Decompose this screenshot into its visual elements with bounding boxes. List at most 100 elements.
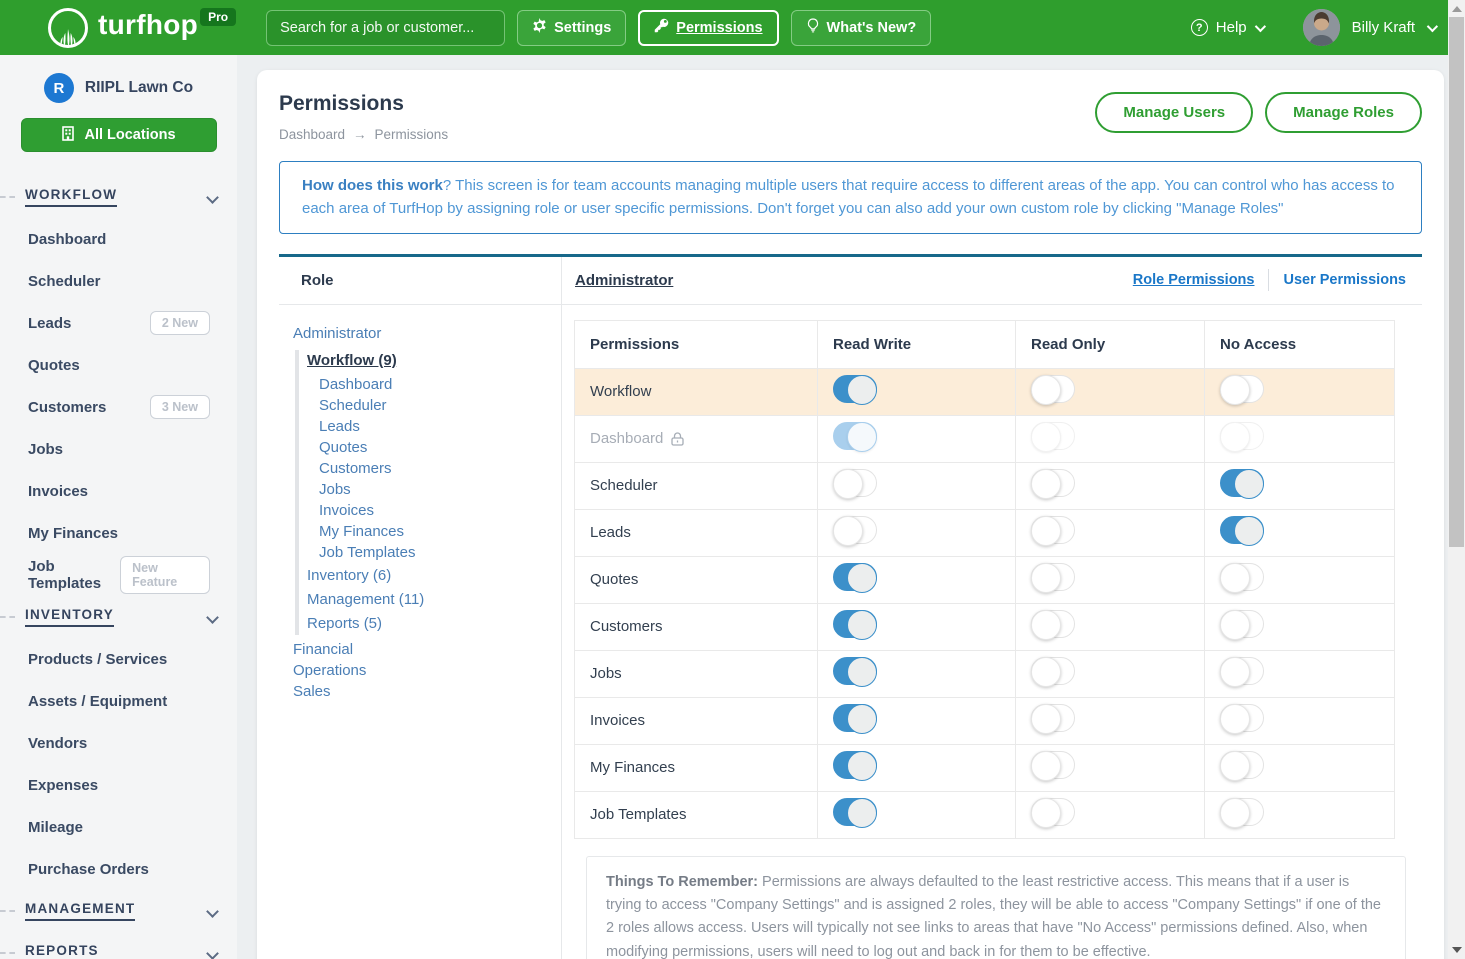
read-only-toggle[interactable] — [1031, 798, 1075, 826]
read-only-toggle[interactable] — [1031, 375, 1075, 403]
sidebar-item-customers[interactable]: Customers3 New — [0, 386, 237, 428]
read-write-toggle[interactable] — [833, 798, 877, 826]
tree-item-leads[interactable]: Leads — [319, 416, 561, 437]
scroll-up-arrow-icon[interactable] — [1452, 6, 1462, 12]
sidebar-item-mileage[interactable]: Mileage — [0, 806, 237, 848]
tree-item-customers[interactable]: Customers — [319, 458, 561, 479]
tab-role-permissions[interactable]: Role Permissions — [1119, 272, 1269, 288]
sidebar-item-purchase-orders[interactable]: Purchase Orders — [0, 848, 237, 890]
section-dash — [0, 952, 15, 954]
no-access-toggle[interactable] — [1220, 375, 1264, 403]
sidebar-item-my-finances[interactable]: My Finances — [0, 512, 237, 554]
read-only-toggle[interactable] — [1031, 751, 1075, 779]
tree-group-management[interactable]: Management (11) — [307, 589, 561, 611]
permissions-button[interactable]: Permissions — [638, 10, 778, 46]
permission-row: Workflow — [575, 368, 1395, 415]
permission-row: Jobs — [575, 650, 1395, 697]
sidebar-item-jobs[interactable]: Jobs — [0, 428, 237, 470]
sidebar-item-quotes[interactable]: Quotes — [0, 344, 237, 386]
sidebar-section-reports[interactable]: REPORTS — [0, 932, 237, 959]
manage-roles-button[interactable]: Manage Roles — [1265, 92, 1422, 133]
col-no-access: No Access — [1205, 320, 1395, 368]
sidebar-section-workflow[interactable]: WORKFLOW — [0, 176, 237, 218]
tree-item-dashboard[interactable]: Dashboard — [319, 374, 561, 395]
permission-row-label: Quotes — [590, 571, 817, 588]
read-write-toggle[interactable] — [833, 751, 877, 779]
read-only-toggle[interactable] — [1031, 516, 1075, 544]
sidebar-item-scheduler[interactable]: Scheduler — [0, 260, 237, 302]
info-box-text: ? This screen is for team accounts manag… — [302, 177, 1395, 217]
no-access-toggle[interactable] — [1220, 657, 1264, 685]
tree-item-job-templates[interactable]: Job Templates — [319, 542, 561, 563]
scrollbar-thumb[interactable] — [1449, 17, 1464, 547]
top-bar: turfhop Pro Settings Permissions What's … — [0, 0, 1465, 55]
no-access-toggle[interactable] — [1220, 516, 1264, 544]
read-write-toggle[interactable] — [833, 704, 877, 732]
no-access-toggle[interactable] — [1220, 563, 1264, 591]
permission-row: Customers — [575, 603, 1395, 650]
tree-item-scheduler[interactable]: Scheduler — [319, 395, 561, 416]
company-row[interactable]: R RIIPL Lawn Co — [0, 55, 237, 103]
read-only-toggle[interactable] — [1031, 563, 1075, 591]
chevron-down-icon[interactable] — [1427, 20, 1438, 31]
read-only-toggle[interactable] — [1031, 704, 1075, 732]
permission-row: Job Templates — [575, 791, 1395, 838]
scroll-down-arrow-icon[interactable] — [1452, 947, 1462, 953]
no-access-toggle[interactable] — [1220, 469, 1264, 497]
search-input[interactable] — [266, 10, 505, 46]
tree-role-sales[interactable]: Sales — [293, 681, 561, 702]
tree-role-operations[interactable]: Operations — [293, 660, 561, 681]
role-panel-header: Role — [279, 257, 561, 305]
all-locations-button[interactable]: All Locations — [21, 118, 217, 152]
permission-row-label: Invoices — [590, 712, 817, 729]
tree-role-administrator[interactable]: Administrator — [293, 322, 561, 346]
tree-item-my-finances[interactable]: My Finances — [319, 521, 561, 542]
read-write-toggle[interactable] — [833, 563, 877, 591]
note-title: Things To Remember: — [606, 874, 758, 890]
read-only-toggle[interactable] — [1031, 610, 1075, 638]
sidebar-item-leads[interactable]: Leads2 New — [0, 302, 237, 344]
read-write-toggle[interactable] — [833, 375, 877, 403]
read-only-toggle[interactable] — [1031, 657, 1075, 685]
tree-group-inventory[interactable]: Inventory (6) — [307, 565, 561, 587]
sidebar-item-assets-equipment[interactable]: Assets / Equipment — [0, 680, 237, 722]
tree-item-invoices[interactable]: Invoices — [319, 500, 561, 521]
building-icon — [61, 126, 75, 145]
read-write-toggle[interactable] — [833, 516, 877, 544]
brand-logo[interactable]: turfhop Pro — [48, 8, 236, 48]
no-access-toggle[interactable] — [1220, 798, 1264, 826]
sidebar-item-expenses[interactable]: Expenses — [0, 764, 237, 806]
help-menu[interactable]: ? Help — [1191, 19, 1263, 36]
whats-new-button[interactable]: What's New? — [791, 10, 932, 46]
no-access-toggle[interactable] — [1220, 610, 1264, 638]
read-write-toggle[interactable] — [833, 610, 877, 638]
tree-item-quotes[interactable]: Quotes — [319, 437, 561, 458]
user-name: Billy Kraft — [1352, 19, 1415, 36]
gear-icon — [532, 18, 547, 37]
no-access-toggle[interactable] — [1220, 704, 1264, 732]
user-avatar[interactable] — [1303, 9, 1340, 46]
settings-button[interactable]: Settings — [517, 10, 626, 46]
sidebar-item-vendors[interactable]: Vendors — [0, 722, 237, 764]
tree-group-workflow[interactable]: Workflow (9) — [307, 350, 561, 372]
sidebar-item-job-templates[interactable]: Job TemplatesNew Feature — [0, 554, 237, 596]
sidebar-section-management[interactable]: MANAGEMENT — [0, 890, 237, 932]
tree-role-financial[interactable]: Financial — [293, 639, 561, 660]
tree-item-jobs[interactable]: Jobs — [319, 479, 561, 500]
read-write-toggle[interactable] — [833, 469, 877, 497]
read-only-toggle[interactable] — [1031, 469, 1075, 497]
vertical-scrollbar[interactable] — [1448, 0, 1465, 959]
sidebar-item-products-services[interactable]: Products / Services — [0, 638, 237, 680]
breadcrumb-dashboard[interactable]: Dashboard — [279, 127, 345, 142]
sidebar-item-dashboard[interactable]: Dashboard — [0, 218, 237, 260]
read-write-toggle[interactable] — [833, 657, 877, 685]
sidebar-section-inventory[interactable]: INVENTORY — [0, 596, 237, 638]
manage-users-button[interactable]: Manage Users — [1095, 92, 1253, 133]
selected-role-name[interactable]: Administrator — [575, 272, 673, 289]
tab-user-permissions[interactable]: User Permissions — [1269, 272, 1420, 288]
tree-group-reports[interactable]: Reports (5) — [307, 613, 561, 635]
sidebar-item-invoices[interactable]: Invoices — [0, 470, 237, 512]
permission-row: My Finances — [575, 744, 1395, 791]
app-window: turfhop Pro Settings Permissions What's … — [0, 0, 1465, 959]
no-access-toggle[interactable] — [1220, 751, 1264, 779]
